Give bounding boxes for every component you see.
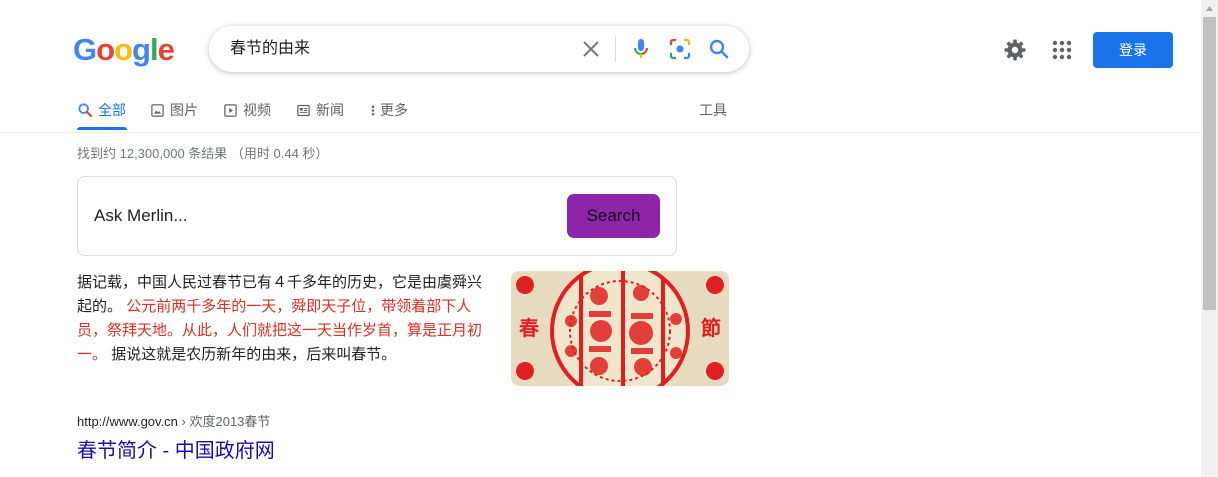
tab-label: 图片 [170,102,198,118]
search-input[interactable]: 春节的由来 [230,39,310,59]
result-title-link[interactable]: 春节简介 - 中国政府网 [77,438,275,464]
image-char-left: 春 [518,316,540,340]
tools-button[interactable]: 工具 [699,98,727,122]
scroll-up-icon[interactable] [1201,0,1218,17]
tab-label: 更多 [380,102,408,118]
gear-icon[interactable] [1003,38,1027,62]
search-box[interactable]: 春节的由来 [209,26,749,72]
tab-more[interactable]: 更多 [368,98,408,122]
active-tab-indicator [77,127,127,130]
tab-videos[interactable]: 视频 [223,98,271,122]
logo-letter: g [132,32,151,67]
apps-grid-icon[interactable] [1050,38,1074,62]
scrollbar-thumb[interactable] [1203,17,1216,310]
google-logo[interactable]: Google [73,30,175,70]
tab-news[interactable]: 新闻 [296,98,344,122]
lens-icon[interactable] [668,37,692,61]
tab-label: 视频 [243,102,271,118]
tab-images[interactable]: 图片 [150,98,198,122]
news-icon [297,104,310,116]
search-icon [78,103,92,117]
featured-snippet-text: 据记载，中国人民过春节已有４千多年的历史，它是由虞舜兴起的。 公元前两千多年的一… [77,271,487,367]
login-button[interactable]: 登录 [1093,32,1173,68]
logo-letter: G [73,32,97,67]
clear-icon[interactable] [580,38,602,60]
logo-letter: o [114,32,133,67]
tab-label: 新闻 [316,102,344,118]
result-breadcrumb: › 欢度2013春节 [181,414,271,429]
merlin-prompt[interactable]: Ask Merlin... [94,204,188,228]
merlin-widget: Ask Merlin... Search [77,176,677,256]
image-icon [151,103,164,117]
search-divider [615,36,616,62]
microphone-icon[interactable] [629,37,653,61]
logo-letter: l [149,32,159,67]
snippet-image[interactable]: 春 節 [511,271,729,386]
result-stats: 找到约 12,300,000 条结果 （用时 0.44 秒） [77,146,329,161]
snippet-text: 据说这就是农历新年的由来，后来叫春节。 [111,346,397,363]
more-vertical-icon [371,105,375,115]
search-icon[interactable] [707,37,731,61]
tab-label: 全部 [98,102,126,118]
play-icon [224,103,237,117]
logo-letter: e [157,32,175,67]
result-url: http://www.gov.cn [77,414,178,429]
paper-cut-image: 春 節 [511,271,729,386]
header-divider [0,132,1201,133]
result-cite: http://www.gov.cn › 欢度2013春节 [77,413,270,431]
logo-letter: o [96,32,115,67]
tab-all[interactable]: 全部 [77,98,126,122]
image-char-right: 節 [701,316,721,340]
merlin-search-button[interactable]: Search [567,194,660,238]
